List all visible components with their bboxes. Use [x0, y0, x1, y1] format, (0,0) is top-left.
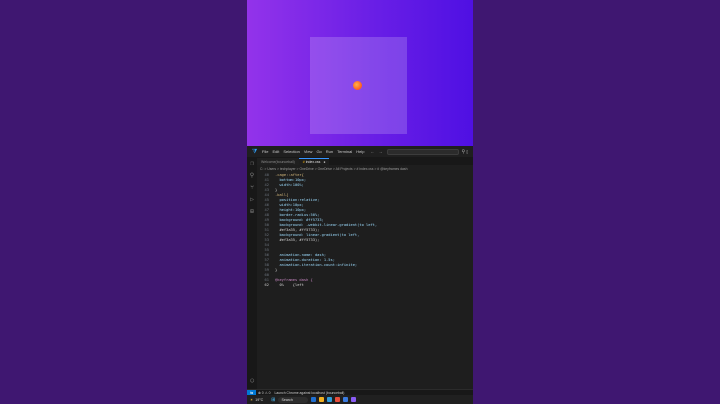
browser-preview — [247, 0, 473, 146]
search-icon[interactable]: ⚲ — [249, 173, 255, 179]
command-center[interactable] — [387, 148, 460, 155]
source-control-icon[interactable]: ⑂ — [249, 185, 255, 191]
menu-view[interactable]: View — [304, 149, 313, 154]
video-frame: ⧩ File Edit Selection View Go Run Termin… — [247, 0, 473, 404]
explorer-icon[interactable]: ❐ — [249, 161, 255, 167]
code-text: 0% {left — [275, 283, 304, 287]
extensions-icon[interactable]: ⊞ — [249, 209, 255, 215]
account-icon[interactable]: ◯ — [249, 378, 255, 384]
layout-icon[interactable]: ▯ — [466, 149, 468, 154]
menu-help[interactable]: Help — [356, 149, 364, 154]
back-arrow-icon[interactable]: ← — [370, 149, 374, 154]
task-view-icon[interactable] — [311, 397, 317, 402]
problems-count[interactable]: ⊗ 0 ⚠ 0 — [258, 391, 270, 395]
menu-selection[interactable]: Selection — [283, 149, 299, 154]
file-explorer-icon[interactable] — [319, 397, 325, 402]
line-number: 62 — [264, 283, 269, 287]
forward-arrow-icon[interactable]: → — [378, 149, 382, 154]
activity-bar: ❐ ⚲ ⑂ ▷ ⊞ ◯ ⚙ — [247, 157, 257, 400]
menu-edit[interactable]: Edit — [272, 149, 279, 154]
code-editor[interactable]: 40 .cage::after{41 bottom:10px; 42 width:1… — [257, 173, 473, 393]
app-icon[interactable] — [351, 397, 357, 402]
tab-label: Welcome(bounceball) — [261, 159, 295, 164]
unsaved-dot-icon[interactable]: ● — [323, 160, 325, 164]
menu-terminal[interactable]: Terminal — [337, 149, 352, 154]
tab-welcome[interactable]: Welcome(bounceball) — [257, 158, 299, 165]
menu-file[interactable]: File — [262, 149, 268, 154]
editor-tabs: Welcome(bounceball) # index.css ● — [257, 157, 473, 165]
css-file-icon: # — [302, 160, 305, 164]
tab-index-css[interactable]: # index.css ● — [298, 158, 330, 165]
edge-icon[interactable] — [327, 397, 333, 402]
code-line[interactable]: 62 0% {left — [257, 283, 473, 288]
vscode-taskbar-icon[interactable] — [343, 397, 349, 402]
search-icon[interactable]: ⚲ — [461, 149, 465, 155]
run-debug-icon[interactable]: ▷ — [249, 197, 255, 203]
vscode-logo-icon: ⧩ — [252, 148, 258, 155]
windows-icon[interactable]: ⊞ — [271, 397, 275, 403]
windows-taskbar: ☀ 19°C ⊞ Search — [247, 395, 473, 404]
title-bar: ⧩ File Edit Selection View Go Run Termin… — [247, 146, 473, 157]
sun-icon: ☀ — [250, 397, 254, 402]
menu-run[interactable]: Run — [326, 149, 333, 154]
debug-launch-config[interactable]: Launch Chrome against localhost (bounceb… — [274, 391, 344, 395]
animation-cage — [310, 37, 407, 134]
taskbar-search[interactable]: Search — [278, 396, 309, 403]
menu-go[interactable]: Go — [316, 149, 321, 154]
bouncing-ball — [353, 81, 362, 90]
tab-label: index.css — [305, 160, 321, 164]
weather-temp[interactable]: 19°C — [255, 398, 263, 402]
vscode-window: ⧩ File Edit Selection View Go Run Termin… — [247, 146, 473, 404]
breadcrumb[interactable]: C: > Users > techplayer > OneDrive > One… — [257, 166, 473, 172]
chrome-icon[interactable] — [335, 397, 341, 402]
